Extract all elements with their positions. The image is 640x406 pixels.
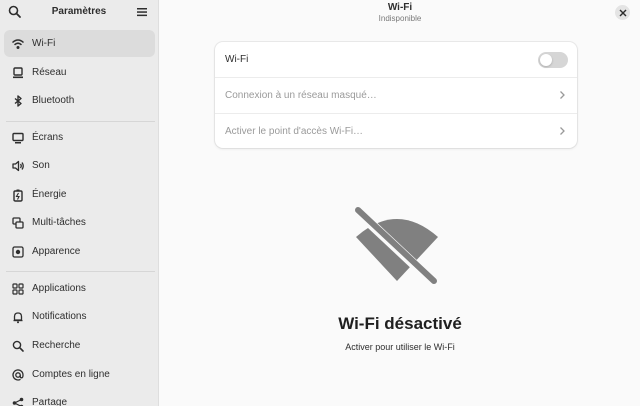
sidebar-separator — [6, 121, 155, 122]
network-wired-icon — [11, 66, 25, 80]
display-icon — [11, 131, 25, 145]
at-sign-icon — [11, 368, 25, 382]
sidebar-item-label: Réseau — [32, 67, 67, 78]
sidebar-item-applications[interactable]: Applications — [4, 275, 155, 302]
sidebar-item-bluetooth[interactable]: Bluetooth — [4, 87, 155, 114]
sidebar-item-label: Énergie — [32, 189, 67, 200]
wifi-toggle-switch[interactable] — [538, 52, 568, 68]
sidebar-item-sound[interactable]: Son — [4, 152, 155, 179]
multitasking-icon — [11, 216, 25, 230]
bell-icon — [11, 310, 25, 324]
appearance-icon — [11, 245, 25, 259]
sidebar-item-label: Partage — [32, 397, 68, 406]
page-subtitle: Indisponible — [378, 14, 422, 23]
speaker-icon — [11, 159, 25, 173]
sidebar-item-sharing[interactable]: Partage — [4, 389, 155, 406]
applications-grid-icon — [11, 282, 25, 296]
chevron-right-icon — [557, 126, 567, 136]
sidebar-item-label: Wi-Fi — [32, 38, 56, 49]
hotspot-label: Activer le point d'accès Wi-Fi… — [225, 125, 364, 137]
battery-icon — [11, 188, 25, 202]
sidebar-item-label: Apparence — [32, 246, 81, 257]
sidebar-item-multitasking[interactable]: Multi-tâches — [4, 209, 155, 236]
close-button[interactable] — [615, 5, 630, 20]
wifi-toggle-label: Wi-Fi — [225, 54, 249, 65]
chevron-right-icon — [557, 90, 567, 100]
sidebar-item-appearance[interactable]: Apparence — [4, 238, 155, 265]
main-content: Wi-Fi Indisponible Wi-Fi Connexion à un … — [160, 0, 640, 406]
sidebar-header: Paramètres — [0, 0, 158, 24]
status-description: Activer pour utiliser le Wi-Fi — [345, 342, 455, 352]
wifi-icon — [11, 37, 25, 51]
header-bar: Wi-Fi Indisponible — [160, 0, 640, 28]
sidebar-item-notifications[interactable]: Notifications — [4, 303, 155, 330]
sidebar-item-label: Écrans — [32, 132, 64, 143]
sidebar-item-wifi[interactable]: Wi-Fi — [4, 30, 155, 57]
share-icon — [11, 396, 25, 406]
hidden-network-row[interactable]: Connexion à un réseau masqué… — [215, 77, 577, 112]
page-title: Wi-Fi — [387, 2, 413, 13]
wifi-toggle-row[interactable]: Wi-Fi — [215, 42, 577, 77]
search-icon — [11, 339, 25, 353]
hotspot-row[interactable]: Activer le point d'accès Wi-Fi… — [215, 113, 577, 148]
sidebar-item-label: Recherche — [32, 340, 81, 351]
sidebar-item-network[interactable]: Réseau — [4, 59, 155, 86]
hamburger-menu-icon[interactable] — [135, 5, 149, 19]
sidebar-item-label: Bluetooth — [32, 95, 75, 106]
sidebar-item-label: Son — [32, 160, 50, 171]
sidebar-item-label: Comptes en ligne — [32, 369, 110, 380]
sidebar-separator — [6, 271, 155, 272]
status-title: Wi-Fi désactivé — [338, 314, 462, 333]
sidebar-item-online-accounts[interactable]: Comptes en ligne — [4, 361, 155, 388]
sidebar-item-displays[interactable]: Écrans — [4, 124, 155, 151]
toggle-knob — [540, 54, 552, 66]
wifi-disabled-icon — [349, 203, 442, 288]
wifi-settings-card: Wi-Fi Connexion à un réseau masqué… Acti… — [215, 42, 577, 148]
sidebar-item-power[interactable]: Énergie — [4, 181, 155, 208]
close-icon — [619, 4, 627, 22]
sidebar-item-label: Notifications — [32, 311, 87, 322]
bluetooth-icon — [11, 94, 25, 108]
hidden-network-label: Connexion à un réseau masqué… — [225, 89, 377, 101]
sidebar-item-label: Applications — [32, 283, 86, 294]
sidebar-item-label: Multi-tâches — [32, 217, 86, 228]
sidebar: Paramètres Wi-Fi Réseau Bluetooth Écrans… — [0, 0, 159, 406]
sidebar-item-search[interactable]: Recherche — [4, 332, 155, 359]
